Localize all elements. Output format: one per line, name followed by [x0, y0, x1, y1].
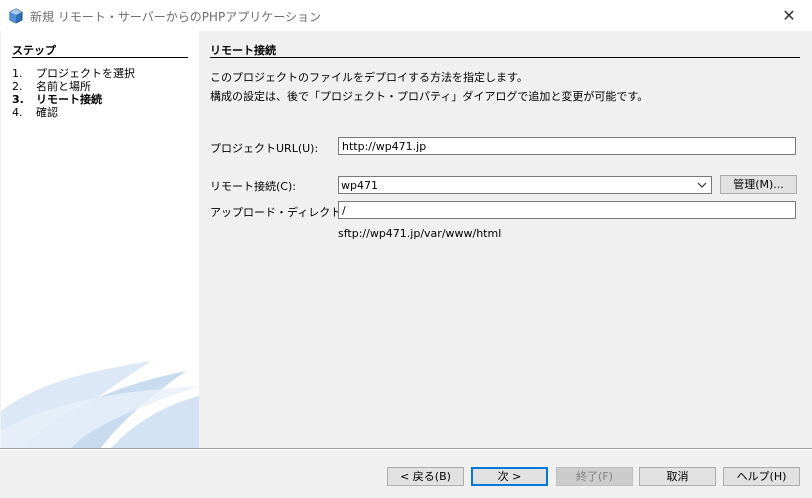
help-button[interactable]: ヘルプ(H) [723, 467, 800, 486]
next-button[interactable]: 次 > [471, 467, 548, 486]
title-bar: 新規 リモート・サーバーからのPHPアプリケーション ✕ [0, 0, 812, 31]
close-button[interactable]: ✕ [766, 0, 812, 31]
window-title: 新規 リモート・サーバーからのPHPアプリケーション [30, 10, 321, 24]
step-item-current: 3. リモート接続 [12, 93, 102, 106]
footer-divider-highlight [0, 449, 812, 450]
back-button[interactable]: < 戻る(B) [387, 467, 464, 486]
close-icon: ✕ [782, 6, 796, 25]
cancel-button[interactable]: 取消 [639, 467, 716, 486]
chevron-down-icon [697, 182, 707, 188]
step-item: 4. 確認 [12, 106, 58, 119]
wizard-content: ステップ 1. プロジェクトを選択 2. 名前と場所 3. リモート接続 4. 確認 リ… [1, 31, 811, 448]
steps-divider [12, 57, 188, 58]
finish-button[interactable]: 終了(F) [556, 467, 633, 486]
project-url-label: プロジェクトURL(U): [210, 142, 319, 155]
steps-list: 1. プロジェクトを選択 2. 名前と場所 3. リモート接続 4. 確認 [12, 67, 135, 119]
upload-url-hint: sftp://wp471.jp/var/www/html [338, 227, 502, 240]
description-line: このプロジェクトのファイルをデプロイする方法を指定します。 [210, 71, 528, 84]
steps-title: ステップ [12, 44, 56, 57]
panel-divider [210, 57, 800, 58]
decorative-swoosh-image [1, 361, 199, 448]
remote-connection-value: wp471 [341, 179, 378, 192]
step-item: 1. プロジェクトを選択 [12, 67, 135, 80]
upload-directory-input[interactable]: / [338, 201, 796, 219]
main-panel: リモート接続 このプロジェクトのファイルをデプロイする方法を指定します。 構成の… [199, 31, 811, 448]
netbeans-cube-icon [9, 8, 23, 24]
remote-connection-label: リモート接続(C): [210, 180, 296, 193]
step-item: 2. 名前と場所 [12, 80, 91, 93]
panel-title: リモート接続 [210, 44, 276, 57]
project-url-input[interactable]: http://wp471.jp [338, 137, 796, 155]
remote-connection-select[interactable]: wp471 [338, 176, 712, 194]
description-line: 構成の設定は、後で「プロジェクト・プロパティ」ダイアログで追加と変更が可能です。 [210, 90, 649, 103]
manage-button[interactable]: 管理(M)... [720, 175, 797, 194]
steps-panel: ステップ 1. プロジェクトを選択 2. 名前と場所 3. リモート接続 4. 確認 [1, 31, 199, 448]
